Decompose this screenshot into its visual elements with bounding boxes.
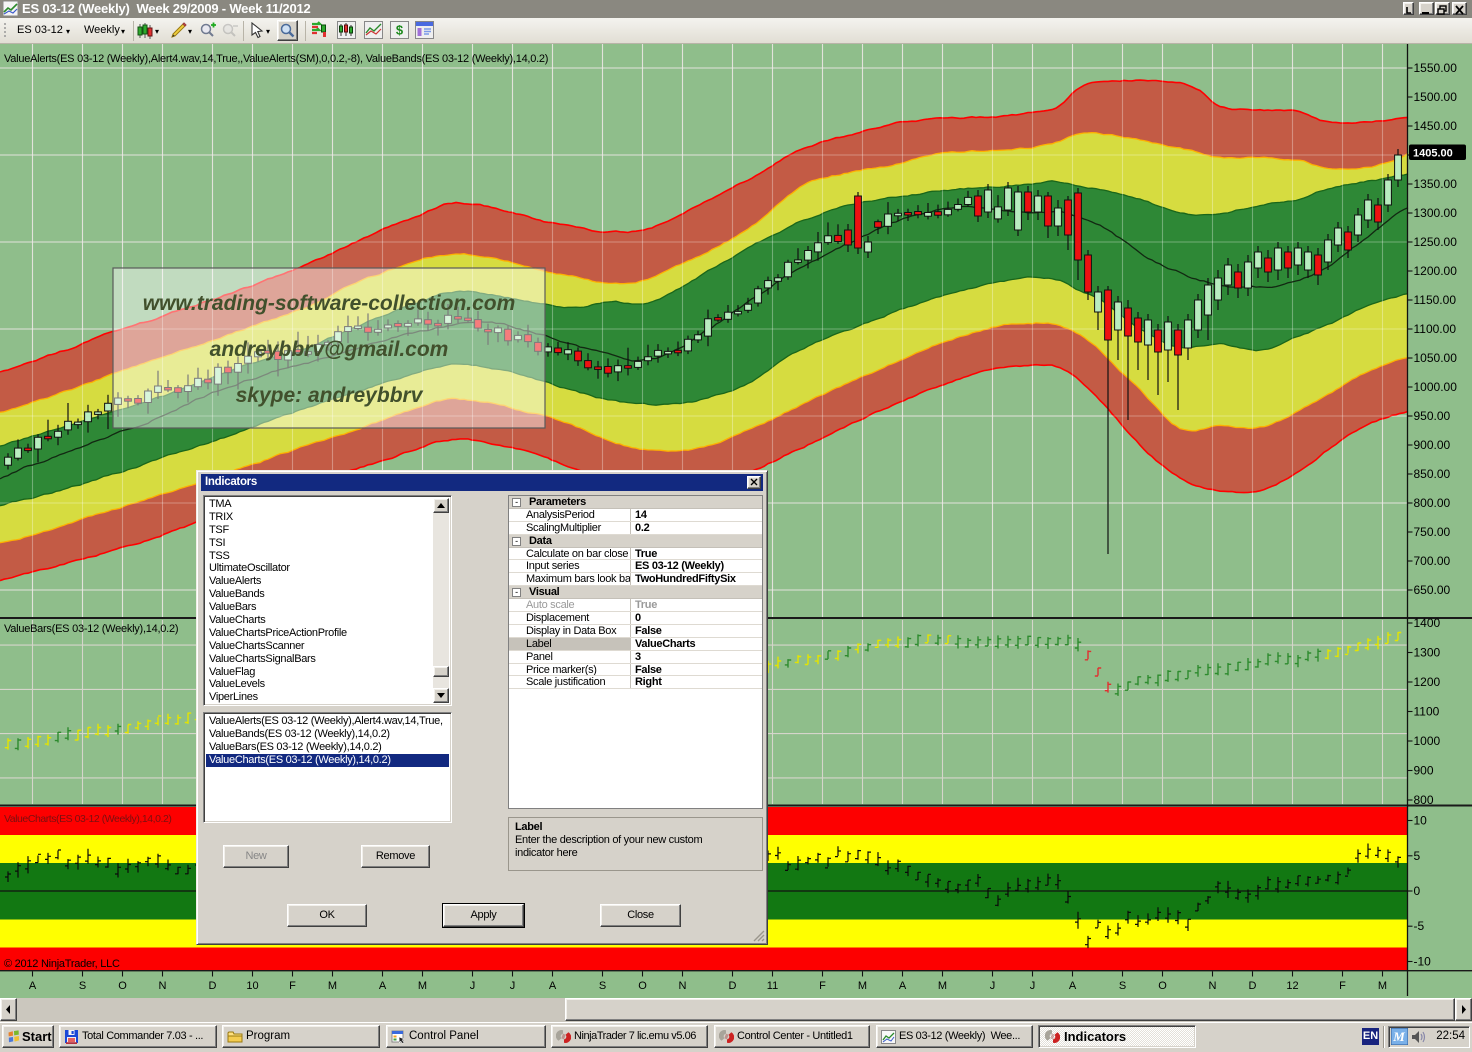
svg-text:N: N bbox=[1209, 980, 1217, 992]
svg-text:750.00: 750.00 bbox=[1414, 525, 1451, 539]
svg-text:D: D bbox=[729, 980, 737, 992]
svg-text:1100: 1100 bbox=[1414, 705, 1440, 719]
svg-text:© 2012 NinjaTrader, LLC: © 2012 NinjaTrader, LLC bbox=[4, 958, 120, 970]
svg-text:S: S bbox=[599, 980, 606, 992]
svg-text:1100.00: 1100.00 bbox=[1414, 322, 1457, 336]
svg-text:ValueCharts(ES 03-12 (Weekly),: ValueCharts(ES 03-12 (Weekly),14,0.2) bbox=[4, 813, 171, 825]
svg-text:O: O bbox=[638, 980, 647, 992]
svg-text:900: 900 bbox=[1414, 764, 1434, 778]
svg-text:A: A bbox=[379, 980, 387, 992]
svg-text:10: 10 bbox=[246, 980, 258, 992]
svg-text:12: 12 bbox=[1286, 980, 1298, 992]
svg-text:1300: 1300 bbox=[1414, 646, 1441, 660]
svg-text:1300.00: 1300.00 bbox=[1414, 206, 1458, 220]
svg-text:O: O bbox=[118, 980, 127, 992]
svg-text:N: N bbox=[159, 980, 167, 992]
svg-text:1400: 1400 bbox=[1414, 616, 1441, 630]
svg-text:800.00: 800.00 bbox=[1414, 496, 1451, 510]
svg-text:M: M bbox=[418, 980, 427, 992]
svg-text:M: M bbox=[858, 980, 867, 992]
svg-text:www.trading-software-collectio: www.trading-software-collection.com bbox=[143, 292, 516, 315]
svg-text:1450.00: 1450.00 bbox=[1414, 119, 1458, 133]
svg-text:N: N bbox=[679, 980, 687, 992]
svg-text:700.00: 700.00 bbox=[1414, 554, 1451, 568]
svg-text:M: M bbox=[1378, 980, 1387, 992]
svg-text:andreybbrv@gmail.com: andreybbrv@gmail.com bbox=[210, 338, 449, 361]
svg-text:11: 11 bbox=[767, 980, 778, 992]
svg-text:1050.00: 1050.00 bbox=[1414, 351, 1458, 365]
svg-text:5: 5 bbox=[1414, 849, 1421, 863]
svg-text:A: A bbox=[899, 980, 907, 992]
svg-text:J: J bbox=[470, 980, 476, 992]
svg-text:A: A bbox=[1069, 980, 1077, 992]
svg-text:J: J bbox=[510, 980, 516, 992]
svg-text:10: 10 bbox=[1414, 814, 1428, 828]
svg-text:F: F bbox=[819, 980, 826, 992]
svg-text:-10: -10 bbox=[1414, 955, 1432, 969]
svg-text:1250.00: 1250.00 bbox=[1414, 235, 1458, 249]
svg-text:S: S bbox=[1119, 980, 1126, 992]
svg-text:J: J bbox=[990, 980, 996, 992]
svg-text:650.00: 650.00 bbox=[1414, 583, 1451, 597]
svg-text:800: 800 bbox=[1414, 793, 1434, 807]
svg-text:1150.00: 1150.00 bbox=[1414, 293, 1457, 307]
svg-text:1405.00: 1405.00 bbox=[1413, 148, 1453, 160]
svg-text:ValueAlerts(ES 03-12 (Weekly),: ValueAlerts(ES 03-12 (Weekly),Alert4.wav… bbox=[4, 53, 548, 65]
svg-text:0: 0 bbox=[1414, 884, 1421, 898]
svg-text:900.00: 900.00 bbox=[1414, 438, 1451, 452]
svg-text:-5: -5 bbox=[1414, 919, 1425, 933]
svg-text:A: A bbox=[549, 980, 557, 992]
svg-text:F: F bbox=[289, 980, 296, 992]
svg-text:skype: andreybbrv: skype: andreybbrv bbox=[236, 384, 424, 407]
svg-text:M: M bbox=[938, 980, 947, 992]
svg-text:1350.00: 1350.00 bbox=[1414, 177, 1458, 191]
svg-text:1550.00: 1550.00 bbox=[1414, 61, 1458, 75]
svg-text:950.00: 950.00 bbox=[1414, 409, 1451, 423]
svg-text:ValueBars(ES 03-12 (Weekly),14: ValueBars(ES 03-12 (Weekly),14,0.2) bbox=[4, 623, 178, 635]
svg-text:850.00: 850.00 bbox=[1414, 467, 1451, 481]
svg-text:1500.00: 1500.00 bbox=[1414, 90, 1458, 104]
svg-text:A: A bbox=[29, 980, 37, 992]
svg-text:S: S bbox=[79, 980, 86, 992]
svg-text:1200: 1200 bbox=[1414, 675, 1441, 689]
svg-text:1000: 1000 bbox=[1414, 734, 1441, 748]
svg-text:1000.00: 1000.00 bbox=[1414, 380, 1458, 394]
svg-text:J: J bbox=[1030, 980, 1036, 992]
svg-text:$: $ bbox=[396, 23, 404, 38]
svg-text:F: F bbox=[1339, 980, 1346, 992]
svg-text:1200.00: 1200.00 bbox=[1414, 264, 1458, 278]
svg-text:M: M bbox=[1392, 1029, 1405, 1044]
svg-text:O: O bbox=[1158, 980, 1167, 992]
svg-text:M: M bbox=[328, 980, 337, 992]
svg-text:D: D bbox=[1249, 980, 1257, 992]
svg-text:D: D bbox=[209, 980, 217, 992]
